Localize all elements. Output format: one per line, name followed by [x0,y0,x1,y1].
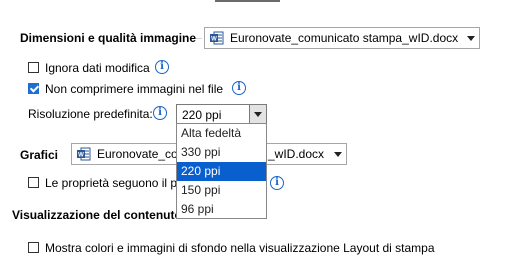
show-background-label: Mostra colori e immagini di sfondo nella… [45,241,435,255]
section-title-display: Visualizzazione del contenuto [12,208,182,222]
image-doc-combo[interactable]: W Euronovate_comunicato stampa_wID.docx [204,27,480,49]
dropdown-option-220[interactable]: 220 ppi [177,162,266,181]
word-doc-icon: W [210,31,224,45]
chevron-down-icon [254,112,262,117]
word-doc-icon: W [77,147,91,161]
dropdown-option-330[interactable]: 330 ppi [177,143,266,162]
info-icon[interactable]: i [232,81,246,95]
resolution-dropdown-list: Alta fedeltà 330 ppi 220 ppi 150 ppi 96 … [176,123,267,219]
show-background-checkbox[interactable] [28,242,39,253]
svg-text:W: W [211,37,217,43]
info-icon[interactable]: i [270,176,284,190]
section-rule [196,38,202,39]
section-title-image-quality: Dimensioni e qualità immagine [20,31,197,45]
resolution-value: 220 ppi [182,108,222,122]
no-compress-checkbox[interactable] [28,83,39,94]
follow-properties-label: Le proprietà seguono il p [45,176,178,190]
charts-doc-name: Euronovate_co [97,147,178,161]
info-icon[interactable]: i [153,106,167,120]
chevron-down-icon [467,36,475,41]
image-doc-name: Euronovate_comunicato stampa_wID.docx [230,31,459,45]
no-compress-label: Non comprimere immagini nel file [45,82,224,96]
dropdown-option-high-fidelity[interactable]: Alta fedeltà [177,124,266,143]
default-resolution-label: Risoluzione predefinita: [28,107,153,121]
dropdown-option-150[interactable]: 150 ppi [177,181,266,200]
dropdown-option-96[interactable]: 96 ppi [177,200,266,219]
info-icon[interactable]: i [155,60,169,74]
resolution-select[interactable]: 220 ppi [176,104,267,124]
svg-text:W: W [78,153,84,159]
ignore-edit-data-label: Ignora dati modifica [45,61,150,75]
charts-doc-name-tail: _wID.docx [268,147,325,161]
top-divider [215,0,280,2]
follow-properties-checkbox[interactable] [28,177,39,188]
chevron-down-icon [334,152,342,157]
resolution-dropdown-button[interactable] [249,105,266,123]
ignore-edit-data-checkbox[interactable] [28,62,39,73]
section-title-charts: Grafici [20,148,59,162]
